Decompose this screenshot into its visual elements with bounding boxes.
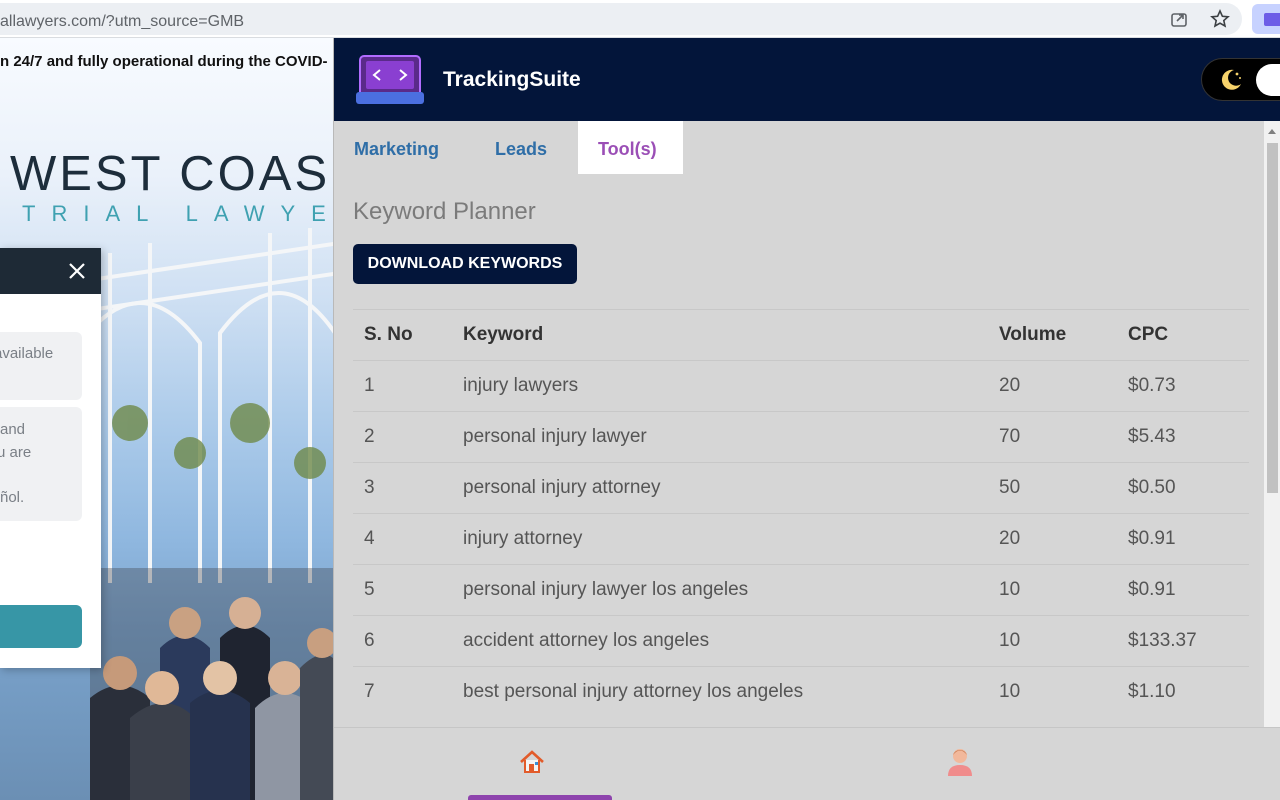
cell-keyword: injury lawyers <box>452 360 988 412</box>
url-text[interactable]: allawyers.com/?utm_source=GMB <box>0 13 244 31</box>
chat-header <box>0 248 101 294</box>
site-logo-title: WEST COAS <box>10 147 331 201</box>
chat-start-button[interactable] <box>0 605 82 648</box>
tab-leads[interactable]: Leads <box>495 121 565 174</box>
table-row: 5 personal injury lawyer los angeles 10 … <box>353 564 1249 616</box>
cell-volume: 10 <box>988 615 1117 667</box>
table-row: 3 personal injury attorney 50 $0.50 <box>353 462 1249 514</box>
cell-sno: 5 <box>353 564 452 616</box>
panel-header: TrackingSuite <box>334 38 1280 121</box>
star-icon[interactable] <box>1210 9 1230 29</box>
close-icon[interactable] <box>66 260 88 282</box>
panel-tabs: Marketing Leads Tool(s) <box>334 121 1264 174</box>
cell-volume: 10 <box>988 564 1117 616</box>
cell-cpc: $0.91 <box>1117 564 1249 616</box>
cell-sno: 6 <box>353 615 452 667</box>
chat-text: ñol. <box>0 489 25 506</box>
url-field[interactable]: allawyers.com/?utm_source=GMB <box>0 3 1242 35</box>
cell-sno: 2 <box>353 411 452 463</box>
table-row: 2 personal injury lawyer 70 $5.43 <box>353 411 1249 463</box>
table-row: 6 accident attorney los angeles 10 $133.… <box>353 615 1249 667</box>
cell-cpc: $133.37 <box>1117 615 1249 667</box>
column-header: Volume <box>988 309 1117 361</box>
background-website: n 24/7 and fully operational during the … <box>0 38 333 800</box>
cell-cpc: $5.43 <box>1117 411 1249 463</box>
keyword-table: S. No Keyword Volume CPC 1 injury lawyer… <box>353 309 1249 718</box>
chat-text: available <box>0 345 54 362</box>
trackingsuite-logo-icon <box>356 55 424 104</box>
cell-cpc: $1.10 <box>1117 666 1249 718</box>
scroll-up-arrow-icon[interactable] <box>1268 129 1276 134</box>
extension-icon[interactable] <box>1252 4 1280 34</box>
chat-message: available <box>0 332 82 400</box>
chat-widget: available and u are ñol. <box>0 248 101 668</box>
cell-keyword: injury attorney <box>452 513 988 565</box>
section-title: Keyword Planner <box>353 198 536 225</box>
table-header-row: S. No Keyword Volume CPC <box>353 309 1249 361</box>
cell-volume: 20 <box>988 360 1117 412</box>
table-row: 7 best personal injury attorney los ange… <box>353 666 1249 718</box>
cell-cpc: $0.91 <box>1117 513 1249 565</box>
cell-volume: 10 <box>988 666 1117 718</box>
cell-keyword: personal injury lawyer <box>452 411 988 463</box>
cell-keyword: accident attorney los angeles <box>452 615 988 667</box>
cell-sno: 3 <box>353 462 452 514</box>
cell-cpc: $0.73 <box>1117 360 1249 412</box>
user-icon[interactable] <box>946 746 974 776</box>
scroll-thumb[interactable] <box>1267 143 1278 493</box>
share-icon[interactable] <box>1169 9 1189 29</box>
cell-keyword: personal injury lawyer los angeles <box>452 564 988 616</box>
tool-content: Keyword Planner DOWNLOAD KEYWORDS S. No … <box>334 174 1264 727</box>
browser-address-bar: allawyers.com/?utm_source=GMB <box>0 0 1280 38</box>
site-notice: n 24/7 and fully operational during the … <box>0 53 328 70</box>
bottom-nav <box>334 727 1280 800</box>
cell-sno: 7 <box>353 666 452 718</box>
lawyers-group-photo <box>90 568 333 800</box>
tab-tools[interactable]: Tool(s) <box>578 121 683 174</box>
site-logo-subtitle: TRIAL LAWYER <box>22 201 333 226</box>
cell-volume: 50 <box>988 462 1117 514</box>
table-row: 1 injury lawyers 20 $0.73 <box>353 360 1249 412</box>
cell-volume: 70 <box>988 411 1117 463</box>
column-header: CPC <box>1117 309 1249 361</box>
download-keywords-button[interactable]: DOWNLOAD KEYWORDS <box>353 244 577 284</box>
chat-text: u are <box>0 444 32 461</box>
cell-volume: 20 <box>988 513 1117 565</box>
column-header: Keyword <box>452 309 988 361</box>
cell-sno: 1 <box>353 360 452 412</box>
home-icon[interactable] <box>518 748 546 776</box>
cell-keyword: personal injury attorney <box>452 462 988 514</box>
theme-toggle[interactable] <box>1201 58 1280 101</box>
toggle-knob <box>1256 64 1280 96</box>
active-nav-indicator <box>468 795 612 800</box>
chat-text: and <box>0 421 26 438</box>
column-header: S. No <box>353 309 452 361</box>
tracking-suite-panel: TrackingSuite Marketing Leads Tool(s) Ke… <box>333 38 1280 800</box>
cell-keyword: best personal injury attorney los angele… <box>452 666 988 718</box>
cell-cpc: $0.50 <box>1117 462 1249 514</box>
chat-message: and u are ñol. <box>0 407 82 521</box>
moon-icon <box>1221 69 1241 90</box>
table-row: 4 injury attorney 20 $0.91 <box>353 513 1249 565</box>
tab-marketing[interactable]: Marketing <box>354 121 464 174</box>
panel-scrollbar[interactable] <box>1264 121 1280 727</box>
brand-name: TrackingSuite <box>443 68 581 91</box>
cell-sno: 4 <box>353 513 452 565</box>
